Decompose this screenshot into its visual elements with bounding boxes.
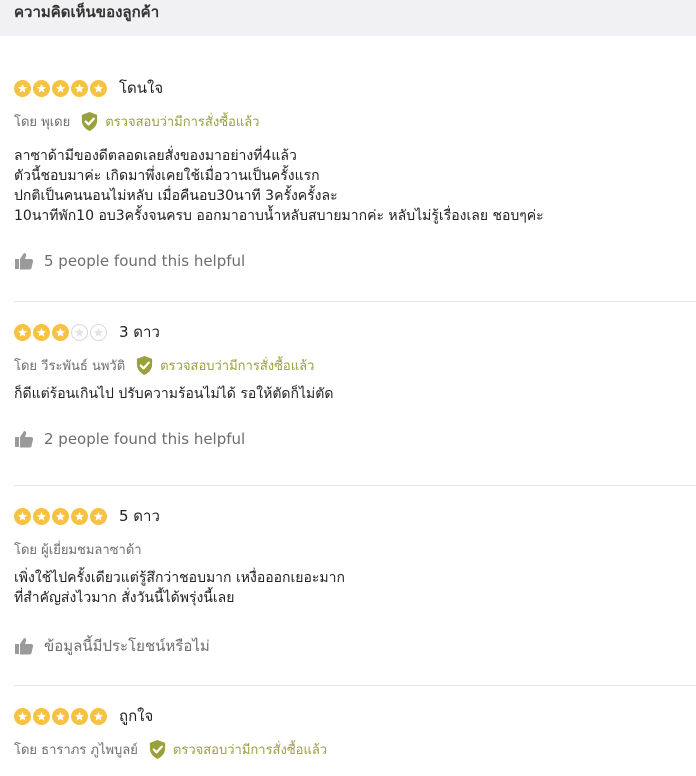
reviews-header: ความคิดเห็นของลูกค้า <box>0 0 696 36</box>
star-icon <box>90 79 107 97</box>
star-icon <box>52 507 69 525</box>
star-rating <box>14 79 107 97</box>
thumbs-up-icon <box>15 431 34 448</box>
review-title: ถูกใจ <box>119 707 154 725</box>
review-item: โดนใจ โดย พุเดย ตรวจสอบว่ามีการสั่งซื้อแ… <box>14 36 696 302</box>
star-icon <box>52 707 69 725</box>
verified-label: ตรวจสอบว่ามีการสั่งซื้อแล้ว <box>105 114 260 130</box>
review-line: เพิ่งใช้ไปครั้งเดียวแต่รู้สึกว่าชอบมาก เ… <box>14 570 346 586</box>
star-icon <box>33 323 50 341</box>
review-line: ลาซาด้ามีของดีตลอดเลยสั่งของมาอย่างที่4แ… <box>14 148 297 164</box>
review-item: ถูกใจ โดย ธาราภร ภูไพบูลย์ ตรวจสอบว่ามีก… <box>14 686 696 776</box>
review-author: โดย ธาราภร ภูไพบูลย์ <box>14 742 138 758</box>
verified-badge: ตรวจสอบว่ามีการสั่งซื้อแล้ว <box>135 355 314 376</box>
helpful-button[interactable]: 5 people found this helpful <box>14 252 696 270</box>
rating-row: 5 ดาว <box>14 506 696 526</box>
star-icon <box>33 79 50 97</box>
rating-row: โดนใจ <box>14 78 696 98</box>
helpful-label: 2 people found this helpful <box>44 430 246 448</box>
helpful-label: 5 people found this helpful <box>44 252 246 270</box>
verified-badge: ตรวจสอบว่ามีการสั่งซื้อแล้ว <box>80 111 259 132</box>
review-title: 3 ดาว <box>119 323 160 341</box>
verified-label: ตรวจสอบว่ามีการสั่งซื้อแล้ว <box>172 742 328 758</box>
star-rating <box>14 507 107 525</box>
review-line: ก็ดีแต่ร้อนเกินไป ปรับความร้อนไม่ได้ รอใ… <box>14 386 334 402</box>
review-author: โดย ผู้เยี่ยมชมลาซาด้า <box>14 542 142 558</box>
star-icon <box>90 323 107 341</box>
review-author: โดย วีระพันธ์ นพวัติ <box>14 358 126 374</box>
star-icon <box>14 707 31 725</box>
review-line: ปกติเป็นคนนอนไม่หลับ เมื่อคืนอบ30นาที 3ค… <box>14 188 338 204</box>
review-line: 10นาทีพัก10 อบ3ครั้งจนครบ ออกมาอาบน้ำหลั… <box>14 208 544 224</box>
star-icon <box>71 323 88 341</box>
verified-badge: ตรวจสอบว่ามีการสั่งซื้อแล้ว <box>148 739 327 760</box>
star-icon <box>52 323 69 341</box>
thumbs-up-icon <box>15 253 34 270</box>
rating-row: ถูกใจ <box>14 706 696 726</box>
review-meta: โดย วีระพันธ์ นพวัติ ตรวจสอบว่ามีการสั่ง… <box>14 354 696 376</box>
star-icon <box>14 79 31 97</box>
review-title: 5 ดาว <box>119 507 160 525</box>
shield-check-icon <box>137 355 153 375</box>
review-author: โดย พุเดย <box>14 114 71 130</box>
helpful-label: ข้อมูลนี้มีประโยชน์หรือไม่ <box>44 637 210 655</box>
shield-check-icon <box>149 739 165 759</box>
star-icon <box>33 507 50 525</box>
section-title: ความคิดเห็นของลูกค้า <box>14 3 160 21</box>
star-icon <box>71 707 88 725</box>
star-icon <box>71 79 88 97</box>
review-meta: โดย ธาราภร ภูไพบูลย์ ตรวจสอบว่ามีการสั่ง… <box>14 738 696 760</box>
review-body: ลาซาด้ามีของดีตลอดเลยสั่งของมาอย่างที่4แ… <box>14 146 696 226</box>
review-item: 3 ดาว โดย วีระพันธ์ นพวัติ ตรวจสอบว่ามีก… <box>14 302 696 486</box>
rating-row: 3 ดาว <box>14 322 696 342</box>
reviews-list: โดนใจ โดย พุเดย ตรวจสอบว่ามีการสั่งซื้อแ… <box>0 36 696 776</box>
review-body: เพิ่งใช้ไปครั้งเดียวแต่รู้สึกว่าชอบมาก เ… <box>14 568 696 608</box>
review-line: ตัวนี้ชอบมาค่ะ เกิดมาพึ่งเคยใช้เมื่อวานเ… <box>14 168 320 184</box>
helpful-button[interactable]: 2 people found this helpful <box>14 430 696 448</box>
verified-label: ตรวจสอบว่ามีการสั่งซื้อแล้ว <box>160 358 315 374</box>
star-icon <box>14 323 31 341</box>
star-icon <box>33 707 50 725</box>
review-meta: โดย ผู้เยี่ยมชมลาซาด้า <box>14 538 696 560</box>
review-meta: โดย พุเดย ตรวจสอบว่ามีการสั่งซื้อแล้ว <box>14 110 696 132</box>
star-icon <box>52 79 69 97</box>
review-body: ก็ดีแต่ร้อนเกินไป ปรับความร้อนไม่ได้ รอใ… <box>14 384 696 404</box>
thumbs-up-icon <box>15 638 34 655</box>
star-icon <box>14 507 31 525</box>
star-icon <box>90 507 107 525</box>
star-icon <box>71 507 88 525</box>
star-icon <box>90 707 107 725</box>
review-line: ที่สำคัญส่งไวมาก สั่งวันนี้ได้พรุ่งนี้เล… <box>14 590 235 606</box>
shield-check-icon <box>82 111 98 131</box>
helpful-button[interactable]: ข้อมูลนี้มีประโยชน์หรือไม่ <box>14 634 696 658</box>
review-title: โดนใจ <box>119 79 164 97</box>
star-rating <box>14 707 107 725</box>
review-item: 5 ดาว โดย ผู้เยี่ยมชมลาซาด้า เพิ่งใช้ไปค… <box>14 486 696 686</box>
star-rating <box>14 323 107 341</box>
